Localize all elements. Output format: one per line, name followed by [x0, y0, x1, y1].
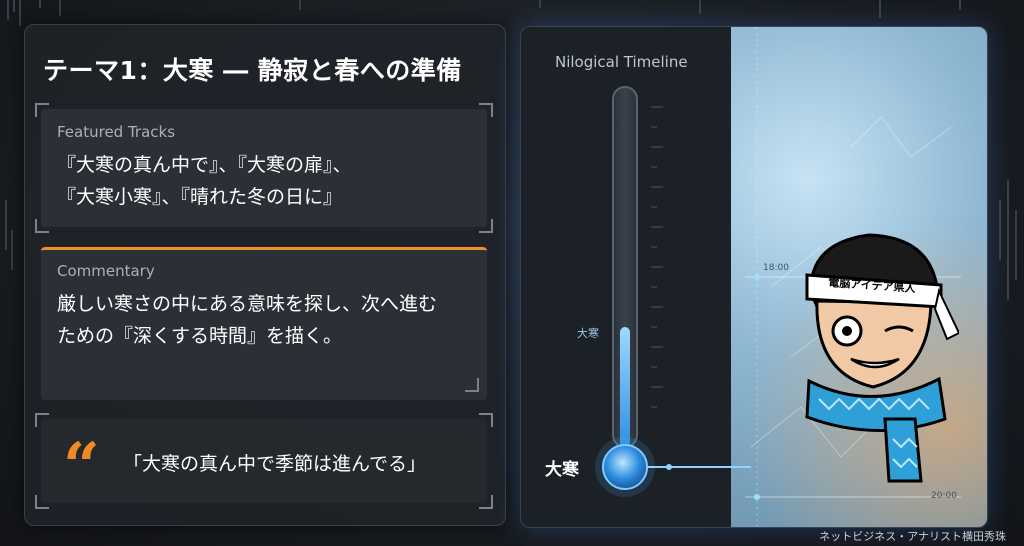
quote-text: 「大寒の真ん中で季節は進んでる」	[123, 453, 427, 475]
commentary-line-1: 厳しい寒さの中にある意味を探し、次へ進む	[57, 293, 438, 315]
featured-tracks-list: 『大寒の真ん中で』、『大寒の扉』、 『大寒小寒』、『晴れた冬の日に』	[57, 149, 352, 213]
commentary-card: Commentary 厳しい寒さの中にある意味を探し、次へ進む ための『深くする…	[41, 247, 487, 400]
pointer-dot	[666, 464, 672, 470]
corner-bracket	[35, 413, 49, 427]
headband-tail	[933, 287, 959, 341]
corner-bracket	[479, 103, 493, 117]
left-pupil	[842, 326, 852, 336]
featured-tracks-label: Featured Tracks	[57, 123, 176, 141]
thermometer-fluid	[620, 327, 630, 447]
author-credit: ネットビジネス・アナリスト横田秀珠	[819, 530, 1006, 543]
corner-bracket	[35, 219, 49, 233]
corner-bracket	[479, 495, 493, 509]
scarf-end	[883, 417, 923, 483]
tracks-line-1: 『大寒の真ん中で』、『大寒の扉』、	[57, 154, 352, 176]
corner-bracket	[479, 219, 493, 233]
thermometer-marker-label: 大寒	[577, 327, 599, 340]
face	[815, 299, 933, 389]
quote-card: “ 「大寒の真ん中で季節は進んでる」	[35, 413, 493, 509]
featured-tracks-card: Featured Tracks 『大寒の真ん中で』、『大寒の扉』、 『大寒小寒』…	[35, 103, 493, 233]
thermometer-base-label: 大寒	[545, 460, 579, 480]
corner-bracket	[479, 413, 493, 427]
theme-panel: テーマ1：大寒 ― 静寂と春への準備 Featured Tracks 『大寒の真…	[24, 24, 506, 526]
corner-bracket	[35, 495, 49, 509]
quote-icon: “	[63, 429, 100, 504]
timeline-panel: 18:00 20:00 Nilogical Timeline 大寒 大寒 電脳ア…	[520, 26, 988, 528]
commentary-label: Commentary	[57, 262, 155, 280]
thermometer-bulb	[602, 444, 648, 490]
page-title: テーマ1：大寒 ― 静寂と春への準備	[43, 56, 462, 85]
tracks-line-2: 『大寒小寒』、『晴れた冬の日に』	[57, 186, 343, 208]
commentary-line-2: ための『深くする時間』を描く。	[57, 325, 343, 347]
corner-bracket	[35, 103, 49, 117]
mascot-illustration	[805, 233, 959, 483]
commentary-text: 厳しい寒さの中にある意味を探し、次へ進む ための『深くする時間』を描く。	[57, 288, 437, 352]
corner-bracket	[465, 378, 479, 392]
